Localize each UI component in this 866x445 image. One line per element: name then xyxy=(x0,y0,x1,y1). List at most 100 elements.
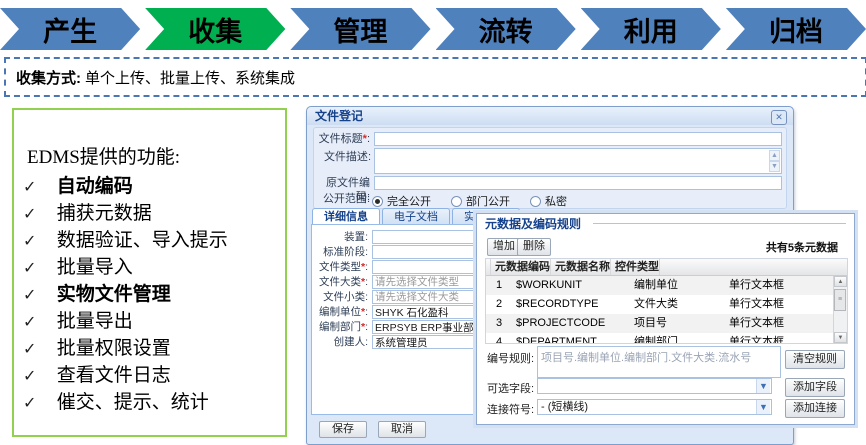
save-button[interactable]: 保存 xyxy=(319,421,367,438)
metadata-name: 编制单位 xyxy=(630,276,725,295)
control-type: 单行文本框 xyxy=(725,295,833,314)
flow-step-label: 流转 xyxy=(479,10,533,49)
feature-item-text: 查看文件日志 xyxy=(57,365,171,386)
optional-field-select[interactable]: ▼ xyxy=(537,378,772,394)
flow-step[interactable]: 利用 xyxy=(581,8,721,50)
tab[interactable]: 详细信息 xyxy=(312,208,380,225)
table-row[interactable]: 2 $RECORDTYPE 文件大类 单行文本框 xyxy=(486,295,833,314)
feature-item-text: 捕获元数据 xyxy=(57,203,152,224)
flow-step-label: 收集 xyxy=(188,10,242,49)
scroll-up-icon[interactable]: ▲ xyxy=(769,150,780,161)
flow-step[interactable]: 归档 xyxy=(726,8,866,50)
detail-field-label: 编制单位*: xyxy=(312,305,368,319)
feature-item: ✓ 批量权限设置 xyxy=(23,335,285,362)
collect-method-bar: 收集方式: 单个上传、批量上传、系统集成 xyxy=(4,57,866,97)
add-field-button[interactable]: 添加字段 xyxy=(785,378,845,397)
add-metadata-button[interactable]: 增加 xyxy=(487,238,521,256)
detail-field-label: 标准阶段: xyxy=(312,245,368,259)
scope-radio-group: 完全公开 部门公开 私密 xyxy=(372,193,567,209)
add-connector-button[interactable]: 添加连接 xyxy=(785,399,845,418)
check-icon: ✓ xyxy=(23,282,52,309)
features-list: ✓ 自动编码 ✓ 捕获元数据 ✓ 数据验证、导入提示 ✓ 批量导入 xyxy=(14,173,285,416)
row-number: 1 xyxy=(486,276,512,295)
close-icon[interactable]: ✕ xyxy=(771,110,787,125)
detail-field-label: 文件小类: xyxy=(312,290,368,304)
optional-field-label: 可选字段: xyxy=(487,380,534,396)
slide-page: 产生 收集 管理 流转 利用 归档 收集方式: 单个上传、批量上传、系统集成 xyxy=(0,0,866,445)
flow-step-label: 产生 xyxy=(43,10,97,49)
doc-title-label: 文件标题*: xyxy=(314,132,370,146)
detail-field-label: 创建人: xyxy=(312,335,368,349)
metadata-count: 共有5条元数据 xyxy=(766,239,838,255)
metadata-name: 文件大类 xyxy=(630,295,725,314)
detail-field-label: 文件大类*: xyxy=(312,275,368,289)
scroll-up-icon[interactable]: ▲ xyxy=(834,276,847,287)
check-icon: ✓ xyxy=(23,174,52,201)
feature-item-text: 批量导入 xyxy=(57,257,133,278)
scope-radio-option[interactable]: 完全公开 xyxy=(372,193,431,209)
radio-icon[interactable] xyxy=(530,196,541,207)
doc-title-input[interactable] xyxy=(374,132,782,146)
feature-item-text: 数据验证、导入提示 xyxy=(57,230,228,251)
connector-select[interactable]: - (短横线) ▼ xyxy=(537,399,772,415)
scope-radio-option[interactable]: 私密 xyxy=(530,193,567,209)
metadata-table-body: 1 $WORKUNIT 编制单位 单行文本框 2 $RECORDTYPE 文件大… xyxy=(486,276,833,343)
metadata-table: 元数据编码元数据名称控件类型 1 $WORKUNIT 编制单位 单行文本框 2 … xyxy=(485,258,848,344)
table-row[interactable]: 3 $PROJECTCODE 项目号 单行文本框 xyxy=(486,314,833,333)
legend-divider xyxy=(593,223,846,224)
feature-item-text: 批量权限设置 xyxy=(57,338,171,359)
check-icon: ✓ xyxy=(23,363,52,390)
column-header[interactable]: 元数据编码 xyxy=(491,259,551,275)
dialog-top-form: 文件标题*: 文件描述: ▲ ▼ 原文件编码: 公开范围: xyxy=(313,127,787,209)
row-number: 2 xyxy=(486,295,512,314)
collect-method-text: 单个上传、批量上传、系统集成 xyxy=(85,67,295,88)
feature-item-text: 自动编码 xyxy=(57,176,133,197)
radio-label: 完全公开 xyxy=(387,193,431,209)
flow-step-label: 归档 xyxy=(769,10,823,49)
radio-label: 私密 xyxy=(545,193,567,209)
flow-step-label: 管理 xyxy=(333,10,387,49)
rule-input[interactable] xyxy=(537,346,781,378)
scroll-down-icon[interactable]: ▼ xyxy=(834,332,847,343)
flow-step[interactable]: 管理 xyxy=(290,8,430,50)
delete-metadata-button[interactable]: 删除 xyxy=(517,238,551,256)
scroll-down-icon[interactable]: ▼ xyxy=(769,161,780,172)
chevron-down-icon[interactable]: ▼ xyxy=(756,379,770,393)
textarea-scrollbar[interactable]: ▲ ▼ xyxy=(769,150,780,172)
chevron-down-icon[interactable]: ▼ xyxy=(756,400,770,414)
tab-label: 电子文档 xyxy=(394,211,438,223)
column-header[interactable]: 控件类型 xyxy=(611,259,660,275)
metadata-rules-panel: 元数据及编码规则 增加 删除 共有5条元数据 元数据编码元数据名称控件类型 1 … xyxy=(476,213,855,425)
clear-rule-button[interactable]: 清空规则 xyxy=(785,350,845,369)
metadata-code: $RECORDTYPE xyxy=(512,295,630,314)
radio-icon[interactable] xyxy=(372,196,383,207)
radio-icon[interactable] xyxy=(451,196,462,207)
scrollbar-thumb[interactable]: ≡ xyxy=(834,289,846,311)
metadata-name: 编制部门 xyxy=(630,333,725,343)
column-header[interactable]: 元数据名称 xyxy=(551,259,611,275)
cancel-button[interactable]: 取消 xyxy=(378,421,426,438)
connector-value: - (短横线) xyxy=(541,401,588,413)
flow-step[interactable]: 产生 xyxy=(0,8,140,50)
flow-step[interactable]: 流转 xyxy=(436,8,576,50)
detail-field-label: 装置: xyxy=(312,230,368,244)
table-row[interactable]: 4 $DEPARTMENT 编制部门 单行文本框 xyxy=(486,333,833,343)
feature-item-text: 批量导出 xyxy=(57,311,133,332)
feature-item: ✓ 自动编码 xyxy=(23,173,285,200)
doc-desc-textarea[interactable]: 文件描述: ▲ ▼ xyxy=(374,148,782,174)
table-row[interactable]: 1 $WORKUNIT 编制单位 单行文本框 xyxy=(486,276,833,295)
collect-method-label: 收集方式: xyxy=(16,67,81,88)
check-icon: ✓ xyxy=(23,309,52,336)
table-scrollbar[interactable]: ▲ ≡ ▼ xyxy=(833,276,847,343)
feature-item-text: 实物文件管理 xyxy=(57,284,171,305)
connector-label: 连接符号: xyxy=(487,401,534,417)
orig-code-input[interactable] xyxy=(374,176,782,190)
tab[interactable]: 电子文档 xyxy=(382,208,450,225)
scope-radio-option[interactable]: 部门公开 xyxy=(451,193,510,209)
flow-step[interactable]: 收集 xyxy=(145,8,285,50)
feature-item: ✓ 捕获元数据 xyxy=(23,200,285,227)
feature-item: ✓ 数据验证、导入提示 xyxy=(23,227,285,254)
metadata-name: 项目号 xyxy=(630,314,725,333)
panel-title: 元数据及编码规则 xyxy=(485,215,587,232)
metadata-code: $WORKUNIT xyxy=(512,276,630,295)
